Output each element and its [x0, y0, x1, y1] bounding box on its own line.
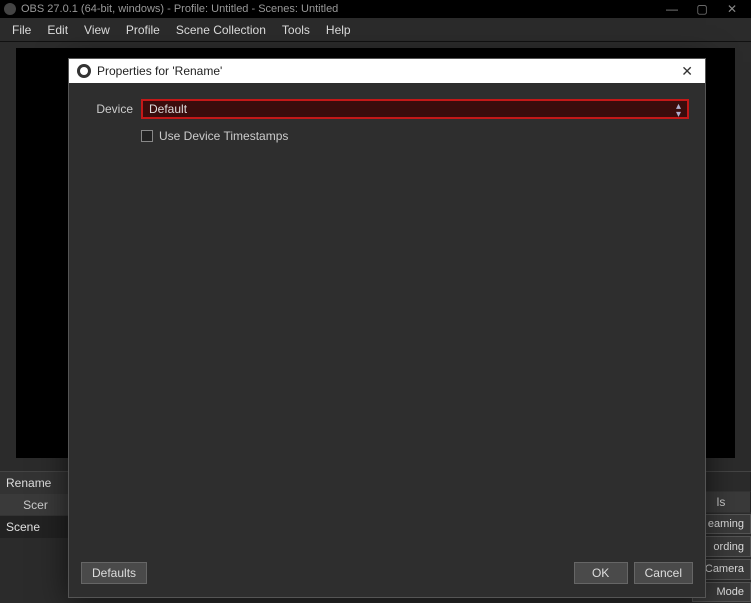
maximize-button[interactable]: ▢ [687, 2, 717, 16]
menu-profile[interactable]: Profile [118, 23, 168, 37]
menubar: File Edit View Profile Scene Collection … [0, 18, 751, 42]
dialog-footer: Defaults OK Cancel [69, 557, 705, 597]
device-label: Device [85, 102, 133, 116]
device-row: Device Default [85, 99, 689, 119]
sources-dock: Rename Scer Scene [0, 471, 72, 603]
obs-logo-icon [4, 3, 16, 15]
menu-view[interactable]: View [76, 23, 118, 37]
cancel-button[interactable]: Cancel [634, 562, 693, 584]
use-device-timestamps-label: Use Device Timestamps [159, 129, 288, 143]
defaults-button[interactable]: Defaults [81, 562, 147, 584]
menu-help[interactable]: Help [318, 23, 359, 37]
menu-edit[interactable]: Edit [39, 23, 76, 37]
menu-tools[interactable]: Tools [274, 23, 318, 37]
scenes-header: Scer [0, 494, 72, 516]
chevron-up-down-icon [676, 103, 681, 119]
source-item-rename[interactable]: Rename [0, 472, 72, 494]
obs-logo-icon [77, 64, 91, 78]
dialog-titlebar: Properties for 'Rename' ✕ [69, 59, 705, 83]
dialog-close-button[interactable]: ✕ [677, 63, 697, 80]
menu-scene-collection[interactable]: Scene Collection [168, 23, 274, 37]
device-select-value: Default [149, 102, 187, 116]
ok-button[interactable]: OK [574, 562, 628, 584]
minimize-button[interactable]: — [657, 2, 687, 16]
use-device-timestamps-row[interactable]: Use Device Timestamps [141, 129, 689, 143]
dialog-title-text: Properties for 'Rename' [97, 64, 222, 78]
window-title: OBS 27.0.1 (64-bit, windows) - Profile: … [21, 3, 338, 15]
scene-item[interactable]: Scene [0, 516, 72, 538]
menu-file[interactable]: File [4, 23, 39, 37]
dialog-body: Device Default Use Device Timestamps [69, 83, 705, 557]
close-window-button[interactable]: ✕ [717, 2, 747, 16]
scenes-list[interactable]: Scene [0, 516, 72, 603]
checkbox-icon[interactable] [141, 130, 153, 142]
properties-dialog: Properties for 'Rename' ✕ Device Default… [68, 58, 706, 598]
window-titlebar: OBS 27.0.1 (64-bit, windows) - Profile: … [0, 0, 751, 18]
device-select[interactable]: Default [141, 99, 689, 119]
